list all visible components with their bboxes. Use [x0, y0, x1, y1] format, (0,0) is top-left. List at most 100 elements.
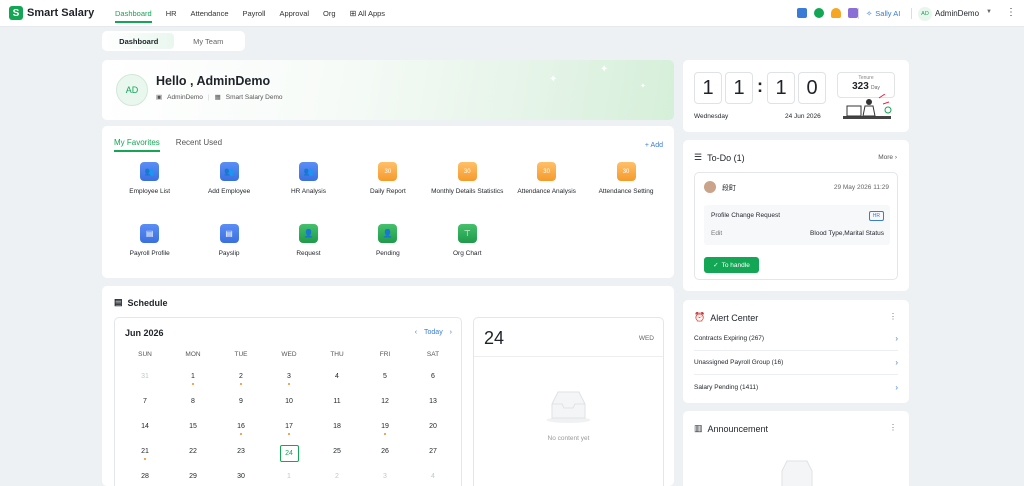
- grid-icon: ⊞: [349, 9, 357, 18]
- to-handle-button[interactable]: ✓ To handle: [704, 257, 759, 273]
- app-logo[interactable]: S: [9, 6, 23, 20]
- app-title[interactable]: Smart Salary: [27, 7, 94, 19]
- calendar-day[interactable]: 2: [217, 369, 265, 394]
- avatar[interactable]: AD: [918, 7, 932, 21]
- favorite-item[interactable]: 👥 HR Analysis: [269, 162, 348, 214]
- nav-attendance[interactable]: Attendance: [191, 0, 229, 27]
- favorite-item[interactable]: ⊤ Org Chart: [428, 224, 507, 276]
- toolbar-icons: [797, 8, 858, 18]
- calendar-day[interactable]: 11: [313, 394, 361, 419]
- sally-ai-button[interactable]: ✧ Sally AI: [866, 9, 900, 18]
- selected-day: 24: [484, 328, 505, 348]
- calendar-day[interactable]: 28: [121, 469, 169, 486]
- calendar-day[interactable]: 6: [409, 369, 457, 394]
- more-icon[interactable]: ⋮: [889, 312, 897, 321]
- calendar-day-number: 19: [381, 423, 389, 430]
- favorite-item[interactable]: 👥 Employee List: [110, 162, 189, 214]
- user-name[interactable]: AdminDemo: [935, 9, 979, 18]
- favorite-item[interactable]: 👤 Pending: [348, 224, 427, 276]
- more-icon[interactable]: ⋮: [1006, 7, 1016, 18]
- calendar-day-today[interactable]: 24: [265, 444, 313, 469]
- nav-org[interactable]: Org: [323, 0, 336, 27]
- favorite-item[interactable]: 👤 Request: [269, 224, 348, 276]
- calendar-day[interactable]: 4: [313, 369, 361, 394]
- calendar-day[interactable]: 3: [265, 369, 313, 394]
- favorite-label: Payroll Profile: [129, 250, 170, 257]
- alert-item[interactable]: Salary Pending (1411) ›: [694, 375, 898, 399]
- calendar-day[interactable]: 3: [361, 469, 409, 486]
- favorite-item[interactable]: 30 Monthly Details Statistics: [428, 162, 507, 214]
- tab-my-team[interactable]: My Team: [174, 33, 244, 49]
- alert-item[interactable]: Contracts Expiring (267) ›: [694, 327, 898, 351]
- calendar-day[interactable]: 14: [121, 419, 169, 444]
- calendar-day[interactable]: 12: [361, 394, 409, 419]
- favorite-item[interactable]: ▤ Payroll Profile: [110, 224, 189, 276]
- document-icon[interactable]: [797, 8, 807, 18]
- favorite-label: Attendance Setting: [598, 188, 654, 195]
- alert-item[interactable]: Unassigned Payroll Group (16) ›: [694, 351, 898, 375]
- nav-dashboard[interactable]: Dashboard: [115, 0, 152, 27]
- top-bar: S Smart Salary Dashboard HR Attendance P…: [0, 0, 1024, 27]
- calendar-day[interactable]: 27: [409, 444, 457, 469]
- calendar-day[interactable]: 10: [265, 394, 313, 419]
- person-icon: 👤: [298, 224, 318, 243]
- nav-hr[interactable]: HR: [166, 0, 177, 27]
- alert-label: Salary Pending (1411): [694, 383, 759, 391]
- cloud-icon[interactable]: [814, 8, 824, 18]
- calendar-day[interactable]: 13: [409, 394, 457, 419]
- calendar-day[interactable]: 17: [265, 419, 313, 444]
- add-favorite-button[interactable]: + Add: [645, 142, 663, 149]
- clock-weekday: Wednesday: [694, 113, 729, 120]
- calendar-day[interactable]: 19: [361, 419, 409, 444]
- notes-icon[interactable]: [848, 8, 858, 18]
- calendar-day[interactable]: 7: [121, 394, 169, 419]
- nav-approval[interactable]: Approval: [279, 0, 309, 27]
- calendar-day[interactable]: 21: [121, 444, 169, 469]
- todo-item[interactable]: 段町 29 May 2026 11:29 Profile Change Requ…: [694, 172, 898, 280]
- favorite-item[interactable]: 30 Attendance Setting: [586, 162, 665, 214]
- favorite-item[interactable]: ▤ Payslip: [189, 224, 268, 276]
- calendar-day[interactable]: 31: [121, 369, 169, 394]
- calendar-day[interactable]: 1: [169, 369, 217, 394]
- calendar-day-number: 16: [237, 423, 245, 430]
- calendar-day[interactable]: 29: [169, 469, 217, 486]
- to-handle-label: To handle: [721, 261, 750, 269]
- calendar-day[interactable]: 2: [313, 469, 361, 486]
- calendar-day[interactable]: 9: [217, 394, 265, 419]
- nav-payroll[interactable]: Payroll: [243, 0, 266, 27]
- bell-icon[interactable]: [831, 8, 841, 18]
- calendar-day[interactable]: 15: [169, 419, 217, 444]
- nav-all-apps[interactable]: ⊞ All Apps: [350, 0, 385, 27]
- calendar-day[interactable]: 23: [217, 444, 265, 469]
- calendar-day[interactable]: 5: [361, 369, 409, 394]
- clock-digit: 1: [694, 72, 722, 104]
- more-icon[interactable]: ⋮: [889, 423, 897, 432]
- calendar-day[interactable]: 1: [265, 469, 313, 486]
- calendar-day[interactable]: 25: [313, 444, 361, 469]
- chevron-down-icon[interactable]: ▼: [986, 9, 992, 15]
- calendar-icon: 30: [616, 162, 636, 181]
- tab-my-favorites[interactable]: My Favorites: [114, 138, 160, 152]
- chevron-right-icon[interactable]: ›: [450, 329, 452, 336]
- favorite-item[interactable]: 30 Attendance Analysis: [507, 162, 586, 214]
- favorite-item[interactable]: 30 Daily Report: [348, 162, 427, 214]
- favorite-item[interactable]: 👥 Add Employee: [189, 162, 268, 214]
- tab-dashboard[interactable]: Dashboard: [104, 33, 174, 49]
- calendar-day-number: 1: [191, 373, 195, 380]
- calendar-day[interactable]: 8: [169, 394, 217, 419]
- chevron-left-icon[interactable]: ‹: [415, 329, 417, 336]
- calendar-day[interactable]: 16: [217, 419, 265, 444]
- calendar-day[interactable]: 26: [361, 444, 409, 469]
- chevron-right-icon: ›: [895, 382, 898, 392]
- today-button[interactable]: Today: [424, 329, 443, 336]
- calendar-day-number: 3: [383, 473, 387, 480]
- calendar-day[interactable]: 22: [169, 444, 217, 469]
- todo-details: Profile Change Request HR Edit Blood Typ…: [704, 205, 890, 245]
- calendar-day[interactable]: 20: [409, 419, 457, 444]
- calendar-day[interactable]: 4: [409, 469, 457, 486]
- tab-recent-used[interactable]: Recent Used: [176, 138, 222, 152]
- more-link[interactable]: More ›: [878, 154, 897, 161]
- weekday-label: WED: [281, 351, 297, 358]
- calendar-day[interactable]: 30: [217, 469, 265, 486]
- calendar-day[interactable]: 18: [313, 419, 361, 444]
